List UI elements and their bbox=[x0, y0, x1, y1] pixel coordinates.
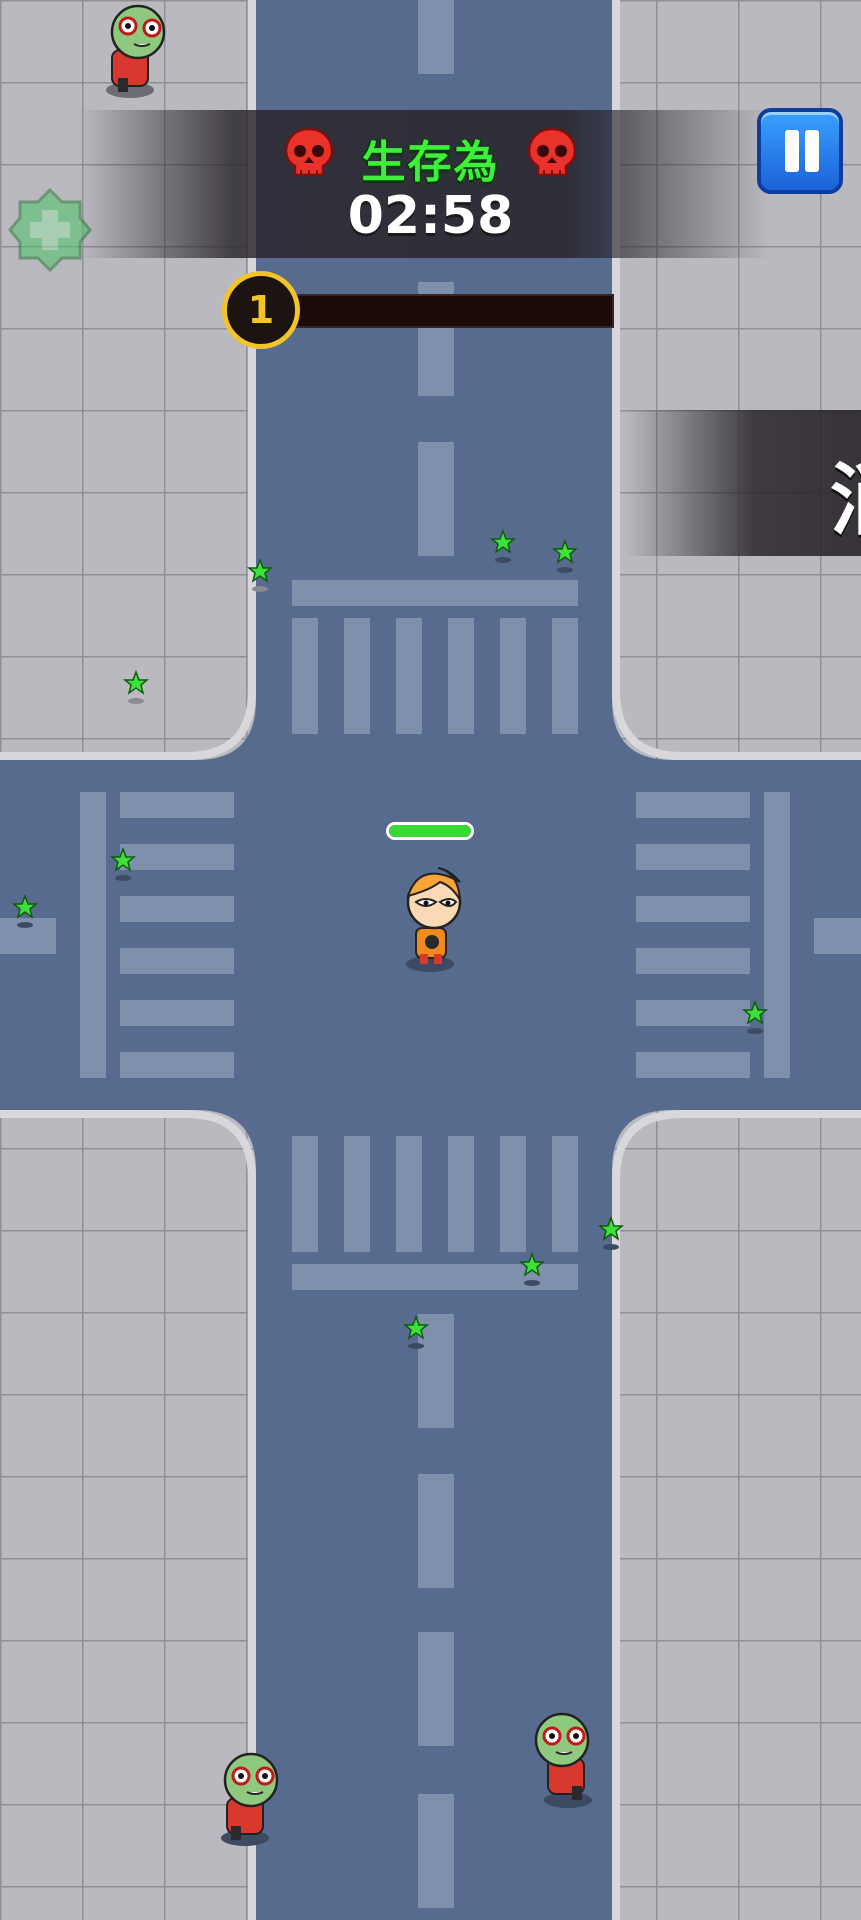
player-health-fill bbox=[389, 825, 471, 837]
side-banner: 消 bbox=[625, 410, 861, 556]
pause-button[interactable] bbox=[757, 108, 843, 194]
xp-progress-bar bbox=[290, 294, 614, 328]
side-banner-text: 消 bbox=[830, 438, 861, 550]
player-health-bar bbox=[386, 822, 474, 840]
survival-timer: 02:58 bbox=[347, 186, 514, 246]
game-map bbox=[0, 0, 861, 1920]
level-badge: 1 bbox=[222, 271, 300, 349]
mode-title: 生存為 bbox=[361, 137, 500, 188]
